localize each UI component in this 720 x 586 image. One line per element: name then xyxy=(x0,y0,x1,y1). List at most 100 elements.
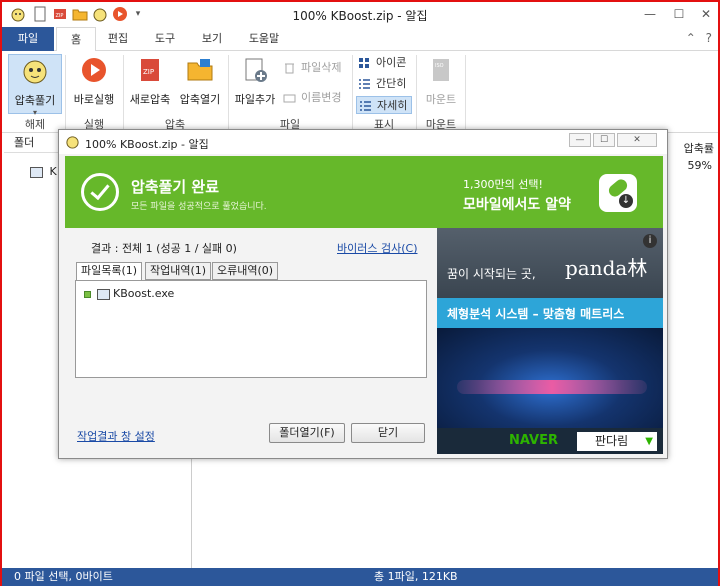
compress-ratio-header[interactable]: 압축률 xyxy=(684,140,714,156)
dialog-title-bar: 100% KBoost.zip - 알집 — ☐ ✕ xyxy=(59,130,667,154)
open-folder-button[interactable]: 폴더열기(F) xyxy=(269,423,345,443)
result-window-settings-link[interactable]: 작업결과 창 설정 xyxy=(77,428,155,444)
view-detail-label: 자세히 xyxy=(377,99,408,112)
open-archive-label: 압축열기 xyxy=(179,93,221,106)
restore-button[interactable]: ☐ xyxy=(671,6,687,22)
ribbon-separator xyxy=(123,55,124,129)
trash-icon xyxy=(285,63,294,74)
close-dialog-button[interactable]: 닫기 xyxy=(351,423,425,443)
tab-file[interactable]: 파일 xyxy=(2,27,54,51)
ribbon-separator xyxy=(352,55,353,129)
view-simple-label: 간단히 xyxy=(376,77,407,90)
brand-search-box[interactable]: 판다림 ▼ xyxy=(577,432,657,451)
ad-band: 체형분석 시스템 – 맞춤형 매트리스 xyxy=(437,298,663,328)
extract-complete-dialog: 100% KBoost.zip - 알집 — ☐ ✕ 압축풀기 완료 모든 파일… xyxy=(58,129,668,459)
tab-file-list[interactable]: 파일목록(1) xyxy=(76,262,143,281)
status-total: 총 1파일, 121KB xyxy=(374,570,458,583)
app-window: ZIP ▾ 100% KBoost.zip - 알집 — ☐ ✕ 파일 홈 편집… xyxy=(0,0,720,586)
help-icon[interactable]: ? xyxy=(706,31,712,45)
dialog-title: 100% KBoost.zip - 알집 xyxy=(85,138,209,151)
ribbon-controls: ⌃ ? xyxy=(686,31,712,45)
dialog-close-button[interactable]: ✕ xyxy=(617,133,657,147)
open-archive-button[interactable]: 압축열기 xyxy=(176,56,224,107)
grid-icon xyxy=(359,58,369,68)
ad-line-2: 모바일에서도 알약 xyxy=(463,197,571,213)
view-icon-button[interactable]: 아이콘 xyxy=(356,54,406,72)
list-icon xyxy=(359,79,370,89)
file-list: KBoost.exe xyxy=(75,280,427,378)
ribbon-separator xyxy=(65,55,66,129)
extract-button[interactable]: 압축풀기 ▾ xyxy=(8,54,62,117)
details-icon xyxy=(360,101,371,111)
download-icon: ↓ xyxy=(619,194,633,208)
tab-edit[interactable]: 편집 xyxy=(98,27,138,51)
alzip-logo-icon xyxy=(66,136,79,149)
alyac-ad[interactable]: 1,300만의 선택! 모바일에서도 알약 ↓ xyxy=(437,156,663,228)
banner-subtitle: 모든 파일을 성공적으로 풀었습니다. xyxy=(131,202,267,212)
new-archive-label: 새로압축 xyxy=(129,93,171,106)
delete-file-label: 파일삭제 xyxy=(301,61,342,74)
dialog-minimize-button[interactable]: — xyxy=(569,133,591,147)
ribbon-tabs: 파일 홈 편집 도구 보기 도움말 ⌃ ? xyxy=(2,27,718,52)
rename-button[interactable]: 이름변경 xyxy=(281,89,341,107)
rename-label: 이름변경 xyxy=(301,91,342,104)
svg-text:ISO: ISO xyxy=(435,63,444,69)
delete-file-button[interactable]: 파일삭제 xyxy=(281,59,341,77)
tree-item[interactable]: K xyxy=(30,165,57,178)
play-icon xyxy=(82,58,106,82)
view-simple-button[interactable]: 간단히 xyxy=(356,75,406,93)
tab-error-history[interactable]: 오류내역(0) xyxy=(212,262,279,280)
collapse-ribbon-icon[interactable]: ⌃ xyxy=(686,31,696,45)
ad-line-1: 1,300만의 선택! xyxy=(463,178,543,191)
minimize-button[interactable]: — xyxy=(642,6,658,22)
ad-info-icon[interactable]: i xyxy=(643,234,657,248)
new-archive-button[interactable]: ZIP 새로압축 xyxy=(126,56,174,107)
mount-label: 마운트 xyxy=(425,93,457,106)
result-summary: 결과 : 전체 1 (성공 1 / 실패 0) xyxy=(91,242,237,255)
zip-file-icon: ZIP xyxy=(141,59,159,81)
svg-text:ZIP: ZIP xyxy=(143,68,154,76)
zip-tree-icon xyxy=(30,166,43,178)
status-selection: 0 파일 선택, 0바이트 xyxy=(14,570,113,583)
run-label: 바로실행 xyxy=(73,93,115,106)
list-item[interactable]: KBoost.exe xyxy=(84,287,174,300)
mattress-ad[interactable]: i 꿈이 시작되는 곳, panda林 체형분석 시스템 – 맞춤형 매트리스 … xyxy=(437,228,663,454)
mattress-glow xyxy=(457,380,647,394)
rename-icon xyxy=(283,94,296,103)
mount-button[interactable]: ISO 마운트 xyxy=(420,56,462,107)
add-file-button[interactable]: 파일추가 xyxy=(231,56,279,107)
ribbon-separator xyxy=(228,55,229,129)
view-detail-button[interactable]: 자세히 xyxy=(356,96,412,114)
iso-icon: ISO xyxy=(433,59,449,81)
virus-scan-link[interactable]: 바이러스 검사(C) xyxy=(337,240,417,256)
ad-slogan: 꿈이 시작되는 곳, xyxy=(447,267,536,281)
tab-help[interactable]: 도움말 xyxy=(236,27,292,51)
complete-banner: 압축풀기 완료 모든 파일을 성공적으로 풀었습니다. xyxy=(65,156,437,228)
title-bar: ZIP ▾ 100% KBoost.zip - 알집 — ☐ ✕ xyxy=(2,2,718,27)
ribbon-separator xyxy=(416,55,417,129)
run-button[interactable]: 바로실행 xyxy=(68,56,120,107)
window-title: 100% KBoost.zip - 알집 xyxy=(292,9,428,23)
file-name: KBoost.exe xyxy=(113,287,175,300)
add-file-label: 파일추가 xyxy=(234,93,276,106)
ad-band-text: 체형분석 시스템 – 맞춤형 매트리스 xyxy=(447,307,625,321)
ad-footer: NAVER 판다림 ▼ xyxy=(437,428,663,454)
tab-view[interactable]: 보기 xyxy=(190,27,234,51)
dropdown-icon: ▼ xyxy=(645,436,653,447)
check-icon xyxy=(81,173,119,211)
panda-logo: panda林 xyxy=(565,256,648,280)
tab-job-history[interactable]: 작업내역(1) xyxy=(145,262,212,280)
dialog-restore-button[interactable]: ☐ xyxy=(593,133,615,147)
extract-label: 압축풀기 xyxy=(14,94,56,107)
tab-tools[interactable]: 도구 xyxy=(142,27,188,51)
status-dot-icon xyxy=(84,290,91,298)
view-icon-label: 아이콘 xyxy=(376,56,407,69)
brand-name: 판다림 xyxy=(595,434,629,448)
naver-logo: NAVER xyxy=(509,433,559,448)
status-bar: 0 파일 선택, 0바이트 총 1파일, 121KB xyxy=(2,568,718,586)
ribbon-separator xyxy=(465,55,466,129)
close-button[interactable]: ✕ xyxy=(698,6,714,22)
extract-icon xyxy=(23,60,47,84)
alyac-app-icon: ↓ xyxy=(599,174,637,212)
tab-home[interactable]: 홈 xyxy=(56,27,96,52)
